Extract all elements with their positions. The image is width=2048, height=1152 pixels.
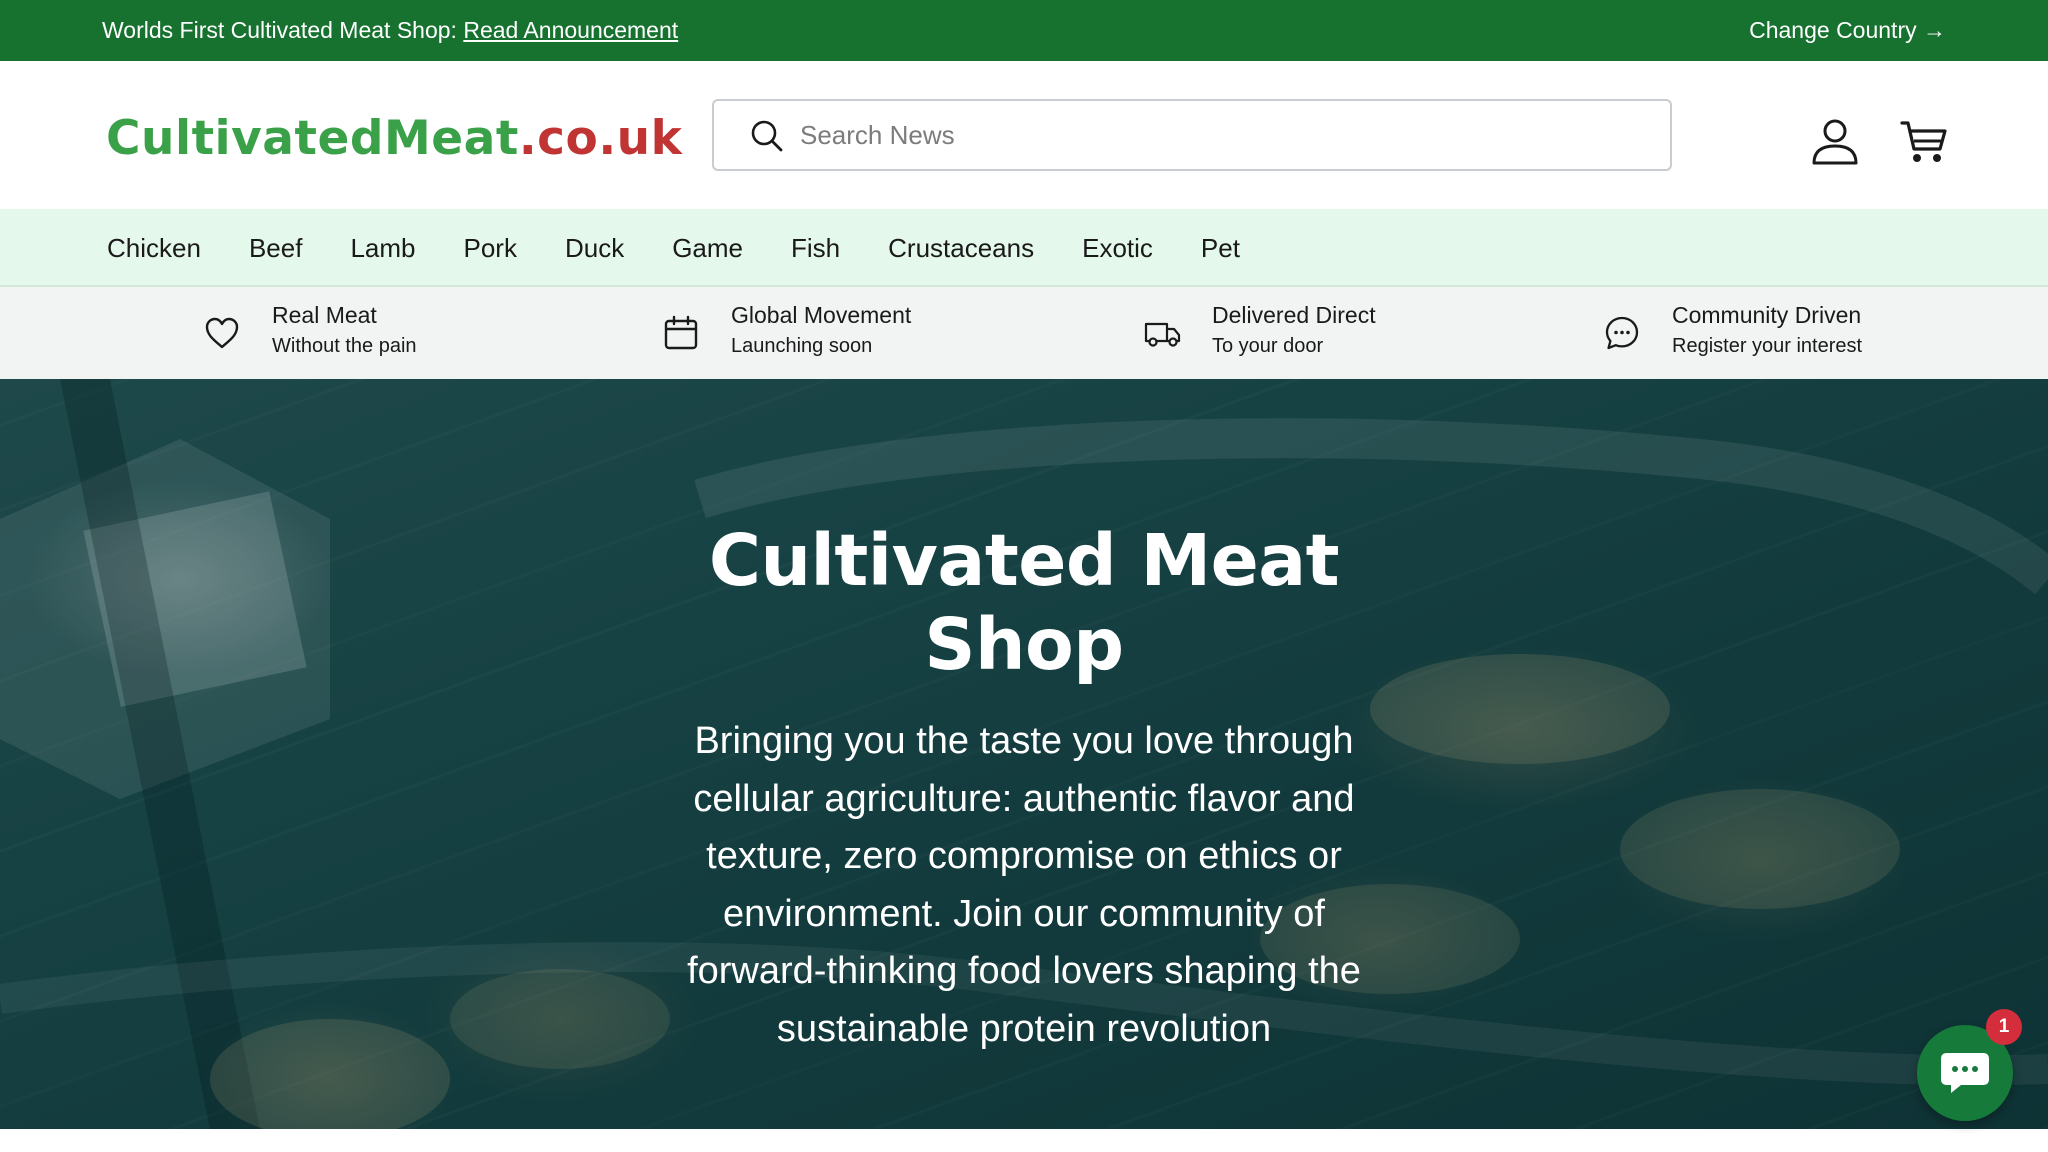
nav-item-crustaceans[interactable]: Crustaceans	[888, 232, 1034, 264]
truck-icon	[1144, 322, 1181, 347]
logo-tld: .co.uk	[518, 111, 683, 166]
nav-item-chicken[interactable]: Chicken	[107, 232, 201, 264]
hero-banner: Cultivated Meat Shop Bringing you the ta…	[0, 379, 2048, 1129]
nav-item-lamb[interactable]: Lamb	[350, 232, 415, 264]
account-icon[interactable]	[1810, 117, 1860, 167]
search-icon[interactable]	[750, 119, 784, 153]
feature-title: Real Meat	[272, 302, 377, 328]
site-logo[interactable]: CultivatedMeat.co.uk	[106, 111, 682, 167]
announcement-text: Worlds First Cultivated Meat Shop: Read …	[102, 16, 678, 44]
nav-item-game[interactable]: Game	[672, 232, 743, 264]
feature-subtitle: Launching soon	[731, 335, 873, 357]
nav-item-pork[interactable]: Pork	[463, 232, 516, 264]
calendar-icon	[664, 315, 698, 350]
hero-title: Cultivated Meat Shop	[708, 519, 1340, 686]
chat-icon	[1941, 1053, 1989, 1093]
feature-subtitle: Register your interest	[1672, 335, 1863, 357]
nav-item-pet[interactable]: Pet	[1201, 232, 1240, 264]
chat-unread-badge: 1	[1986, 1009, 2022, 1045]
search-box[interactable]	[712, 99, 1672, 171]
announcement-message: Worlds First Cultivated Meat Shop:	[102, 17, 464, 43]
hero-content: Cultivated Meat Shop Bringing you the ta…	[624, 519, 1424, 1058]
announcement-bar: Worlds First Cultivated Meat Shop: Read …	[0, 0, 2048, 61]
nav-item-fish[interactable]: Fish	[791, 232, 840, 264]
nav-item-beef[interactable]: Beef	[249, 232, 303, 264]
feature-title: Community Driven	[1672, 302, 1862, 328]
nav-item-exotic[interactable]: Exotic	[1082, 232, 1153, 264]
feature-title: Global Movement	[731, 302, 912, 328]
nav-item-duck[interactable]: Duck	[565, 232, 624, 264]
features-strip: Real Meat Without the pain Global Moveme…	[0, 287, 2048, 379]
cart-icon[interactable]	[1900, 119, 1948, 165]
site-header: CultivatedMeat.co.uk	[0, 61, 2048, 209]
logo-main: CultivatedMeat	[106, 111, 519, 166]
heart-icon	[205, 317, 239, 349]
read-announcement-link[interactable]: Read Announcement	[463, 17, 678, 43]
feature-subtitle: Without the pain	[272, 335, 417, 357]
hero-subtitle: Bringing you the taste you love through …	[687, 720, 1361, 1050]
feature-subtitle: To your door	[1212, 335, 1324, 357]
search-input[interactable]	[800, 115, 1640, 155]
category-nav: Chicken Beef Lamb Pork Duck Game Fish Cr…	[0, 209, 2048, 287]
feature-title: Delivered Direct	[1212, 302, 1376, 328]
chat-bubble-icon	[1605, 316, 1639, 350]
change-country-link[interactable]: Change Country →	[1749, 16, 1946, 44]
